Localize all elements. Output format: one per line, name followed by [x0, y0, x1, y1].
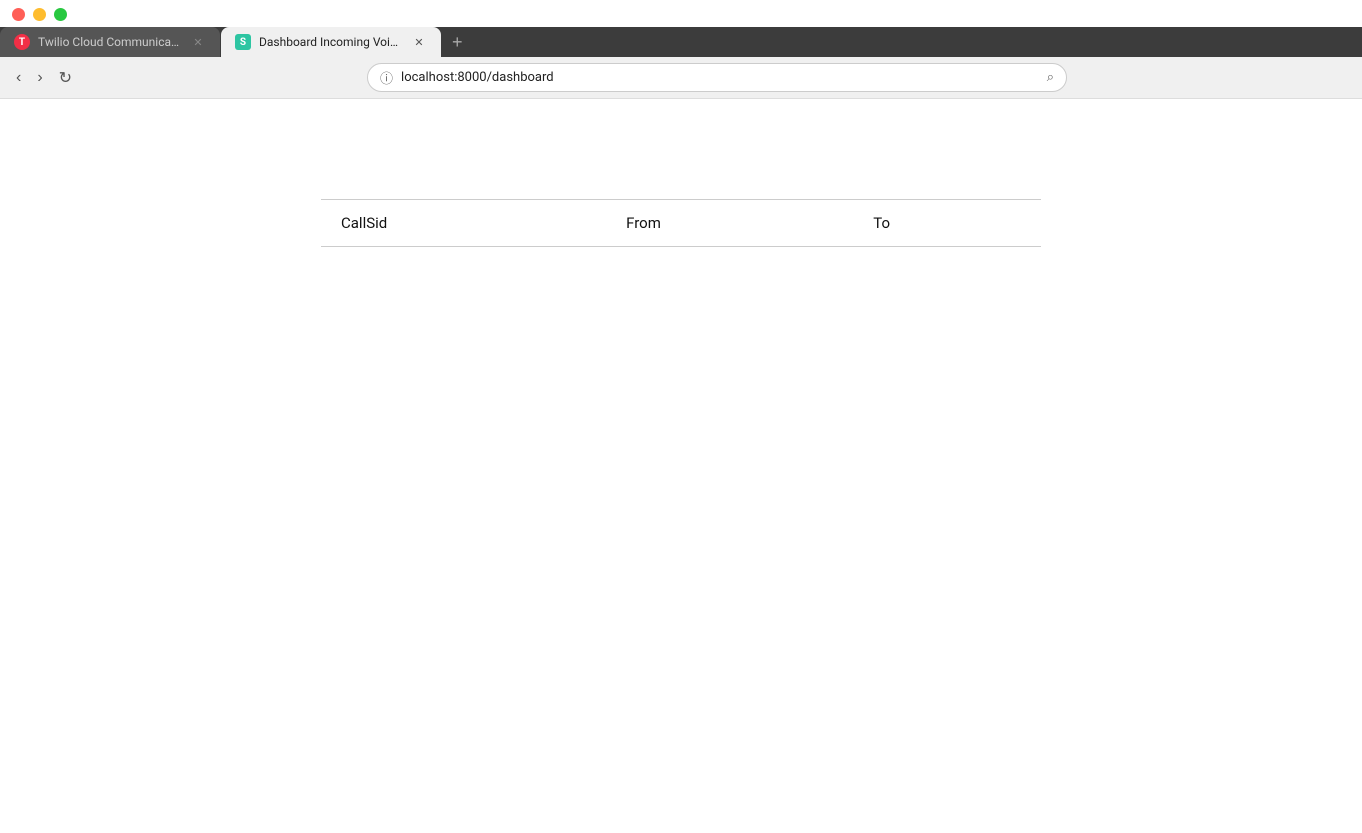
forward-icon: › — [37, 69, 42, 87]
close-button[interactable] — [12, 8, 25, 21]
back-icon: ‹ — [16, 69, 21, 87]
browser-chrome: T Twilio Cloud Communications ✕ S Dashbo… — [0, 0, 1362, 99]
column-from: From — [606, 200, 853, 247]
address-bar-row: ‹ › ↻ ⓘ localhost:8000/dashboard ⌕ — [0, 57, 1362, 99]
security-icon: ⓘ — [380, 68, 393, 87]
reload-button[interactable]: ↻ — [55, 66, 76, 90]
tab-twilio[interactable]: T Twilio Cloud Communications ✕ — [0, 27, 220, 57]
dashboard-favicon: S — [235, 34, 251, 50]
address-url: localhost:8000/dashboard — [401, 70, 1039, 85]
maximize-button[interactable] — [54, 8, 67, 21]
table-header: CallSid From To — [321, 200, 1041, 247]
page-content: CallSid From To — [0, 99, 1362, 833]
tab-dashboard[interactable]: S Dashboard Incoming Voice Cal ✕ — [221, 27, 441, 57]
tab-bar: T Twilio Cloud Communications ✕ S Dashbo… — [0, 27, 1362, 57]
back-button[interactable]: ‹ — [12, 67, 25, 89]
twilio-favicon: T — [14, 34, 30, 50]
column-callsid: CallSid — [321, 200, 606, 247]
address-bar-wrapper: ⓘ localhost:8000/dashboard ⌕ — [84, 63, 1350, 92]
address-bar[interactable]: ⓘ localhost:8000/dashboard ⌕ — [367, 63, 1067, 92]
minimize-button[interactable] — [33, 8, 46, 21]
new-tab-button[interactable]: + — [442, 28, 473, 57]
calls-table: CallSid From To — [321, 199, 1041, 247]
search-icon: ⌕ — [1047, 70, 1054, 85]
table-header-row: CallSid From To — [321, 200, 1041, 247]
tab-twilio-title: Twilio Cloud Communications — [38, 35, 182, 49]
table-container: CallSid From To — [321, 99, 1041, 247]
column-to: To — [853, 200, 1041, 247]
reload-icon: ↻ — [59, 68, 72, 88]
traffic-lights — [0, 0, 1362, 27]
tab-dashboard-close[interactable]: ✕ — [411, 34, 427, 50]
tab-twilio-close[interactable]: ✕ — [190, 34, 206, 50]
tab-dashboard-title: Dashboard Incoming Voice Cal — [259, 35, 403, 49]
forward-button[interactable]: › — [33, 67, 46, 89]
